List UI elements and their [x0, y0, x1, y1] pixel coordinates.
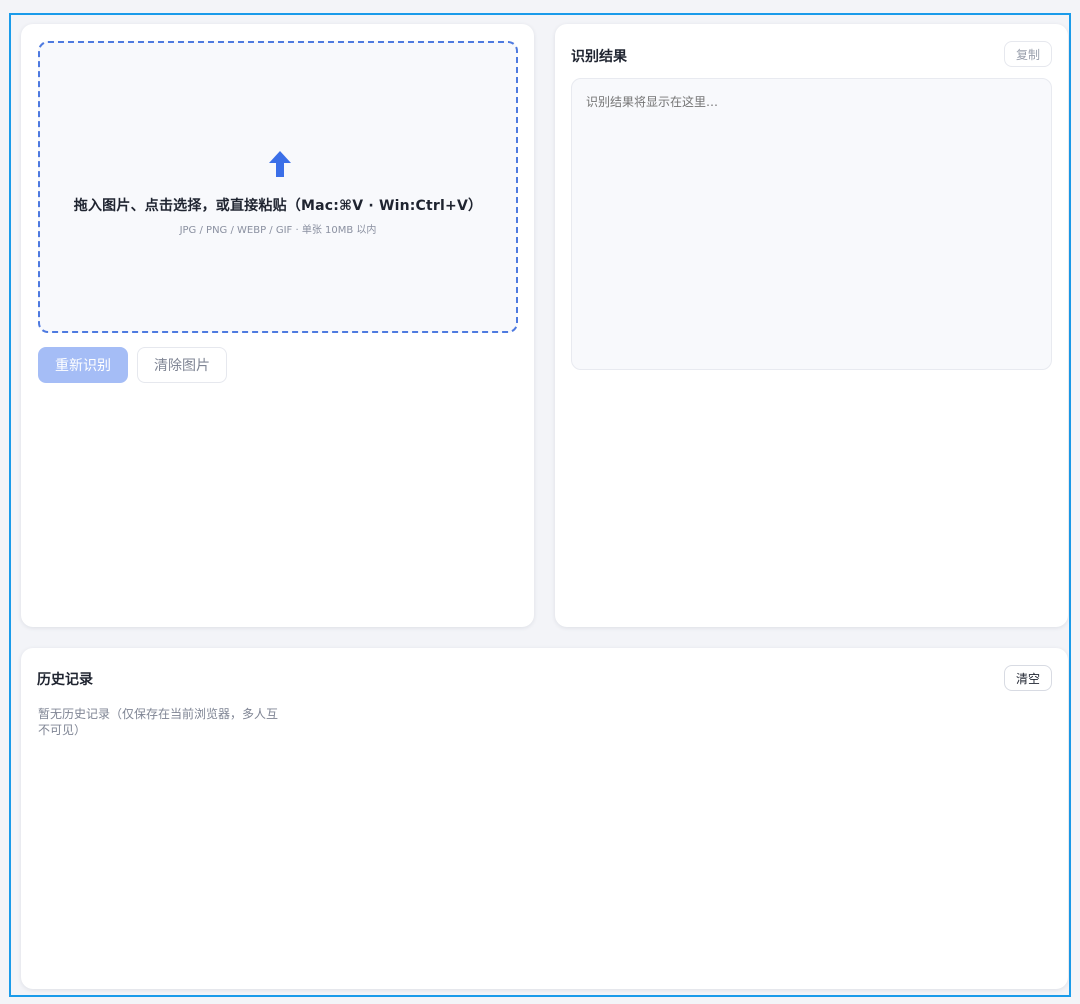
result-card: 识别结果 复制 [555, 24, 1068, 627]
history-card: 历史记录 清空 暂无历史记录（仅保存在当前浏览器，多人互不可见） [21, 648, 1068, 989]
result-title: 识别结果 [571, 49, 627, 65]
dropzone-title: 拖入图片、点击选择，或直接粘贴（Mac:⌘V · Win:Ctrl+V） [73, 198, 483, 214]
copy-button[interactable]: 复制 [1003, 41, 1052, 67]
history-empty-message: 暂无历史记录（仅保存在当前浏览器，多人互不可见） [38, 707, 279, 737]
clear-history-button[interactable]: 清空 [1003, 665, 1052, 691]
re-recognize-button[interactable]: 重新识别 [38, 347, 128, 383]
upload-arrow-icon [269, 151, 291, 177]
clear-image-button[interactable]: 清除图片 [137, 347, 227, 383]
upload-card: 拖入图片、点击选择，或直接粘贴（Mac:⌘V · Win:Ctrl+V） JPG… [21, 24, 534, 627]
result-textarea[interactable] [571, 78, 1052, 370]
dropzone-hint: JPG / PNG / WEBP / GIF · 单张 10MB 以内 [179, 225, 377, 236]
history-title: 历史记录 [37, 672, 93, 688]
image-dropzone[interactable]: 拖入图片、点击选择，或直接粘贴（Mac:⌘V · Win:Ctrl+V） JPG… [38, 41, 518, 333]
